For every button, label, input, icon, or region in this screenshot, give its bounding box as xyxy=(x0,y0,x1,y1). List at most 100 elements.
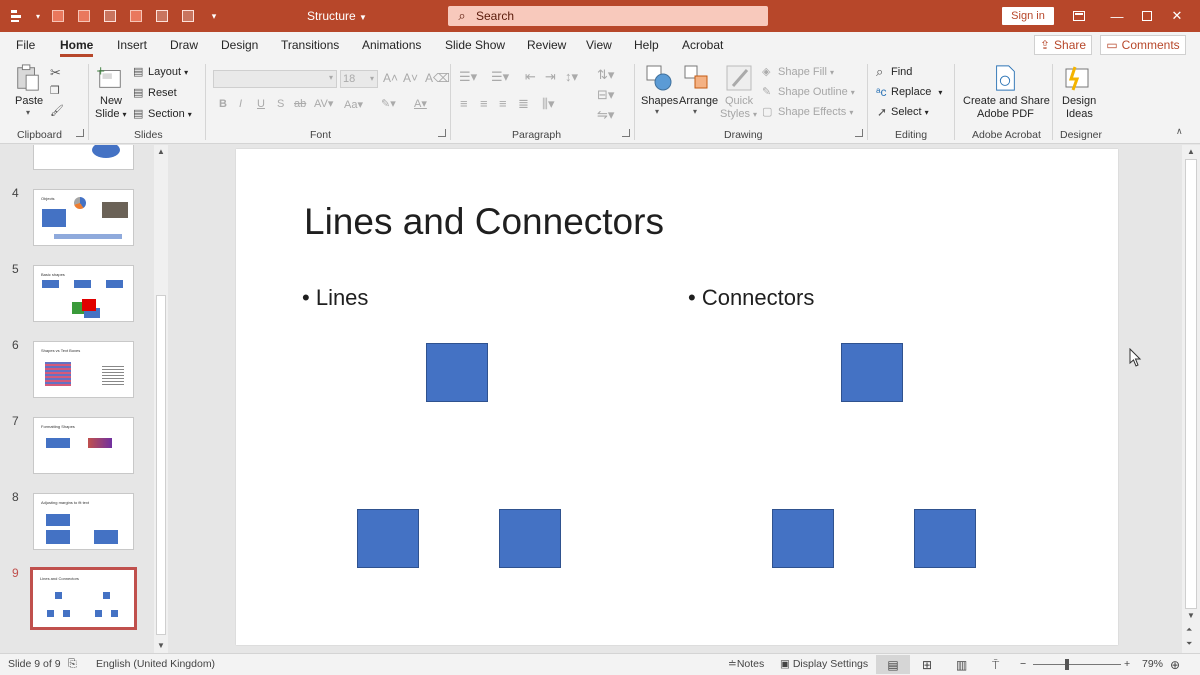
layout-button[interactable]: Layout ▾ xyxy=(148,66,188,78)
arrange-icon[interactable] xyxy=(683,64,711,92)
comments-button[interactable]: ▭ Comments xyxy=(1100,35,1186,55)
highlight-icon[interactable]: ✎▾ xyxy=(381,97,396,110)
customize-chevron-icon[interactable]: ▾ xyxy=(34,6,42,26)
slide-canvas[interactable]: Lines and Connectors • Lines • Connector… xyxy=(236,149,1118,645)
strikethrough-icon[interactable]: ab xyxy=(294,98,306,110)
font-launcher-icon[interactable] xyxy=(438,129,446,137)
thumbnail-scrollbar[interactable]: ▲ ▼ xyxy=(154,145,168,653)
text-direction-icon[interactable]: ⇅▾ xyxy=(597,67,614,83)
tab-design[interactable]: Design xyxy=(221,38,258,52)
create-pdf-button[interactable]: Adobe PDF xyxy=(977,108,1034,120)
create-pdf-label[interactable]: Create and Share xyxy=(963,95,1050,107)
chevron-down-icon[interactable]: ▾ xyxy=(693,107,697,116)
slide-thumbnail-selected[interactable]: Lines and Connectors xyxy=(30,567,137,630)
slide-vertical-scrollbar[interactable]: ▲ ▼ ⏶ ⏷ xyxy=(1182,145,1200,653)
quick-styles-icon[interactable] xyxy=(725,64,753,92)
italic-icon[interactable]: I xyxy=(239,98,242,110)
zoom-slider-thumb[interactable] xyxy=(1065,659,1069,670)
tab-help[interactable]: Help xyxy=(634,38,659,52)
new-slide-button[interactable]: Slide ▾ xyxy=(95,108,127,120)
copy-icon[interactable]: ❐ xyxy=(50,84,60,97)
scroll-down-icon[interactable]: ▼ xyxy=(1187,611,1195,620)
save-icon[interactable] xyxy=(48,6,68,26)
shape-outline-button[interactable]: Shape Outline ▾ xyxy=(778,86,855,98)
scroll-up-icon[interactable]: ▲ xyxy=(157,147,165,156)
select-cursor-icon[interactable]: ➚ xyxy=(877,105,887,119)
slide-thumbnail[interactable]: Basic shapes xyxy=(33,265,134,322)
increase-indent-icon[interactable]: ⇥ xyxy=(545,69,556,85)
select-button[interactable]: Select ▾ xyxy=(891,106,929,118)
quick-styles-button[interactable]: Styles ▾ xyxy=(720,108,757,120)
tab-view[interactable]: View xyxy=(586,38,612,52)
slide-sorter-icon[interactable]: ⊞ xyxy=(922,658,932,672)
character-spacing-icon[interactable]: AV▾ xyxy=(314,97,333,110)
shadow-icon[interactable]: S xyxy=(277,98,284,110)
display-settings-button[interactable]: ▣ Display Settings xyxy=(780,658,868,670)
collapse-ribbon-icon[interactable]: ∧ xyxy=(1176,126,1183,137)
slide-thumbnail[interactable]: Shapes vs Text Boxes xyxy=(33,341,134,398)
bullets-icon[interactable]: ☰▾ xyxy=(459,69,477,85)
numbering-icon[interactable]: ☰▾ xyxy=(491,69,509,85)
zoom-level[interactable]: 79% xyxy=(1142,658,1163,670)
section-button[interactable]: Section ▾ xyxy=(148,108,192,120)
columns-icon[interactable]: ⫼▾ xyxy=(542,96,555,112)
search-input[interactable]: ⌕ Search xyxy=(448,6,768,26)
reset-icon[interactable]: ▤ xyxy=(133,86,143,99)
font-color-icon[interactable]: A▾ xyxy=(414,97,427,110)
line-spacing-icon[interactable]: ↕▾ xyxy=(565,69,578,85)
shape-effects-icon[interactable]: ▢ xyxy=(762,105,772,118)
chevron-down-icon[interactable]: ▾ xyxy=(655,107,659,116)
previous-slide-icon[interactable]: ⏶ xyxy=(1186,625,1192,635)
align-text-icon[interactable]: ⊟▾ xyxy=(597,87,614,103)
align-right-icon[interactable]: ≡ xyxy=(499,96,507,111)
shape-fill-icon[interactable]: ◈ xyxy=(762,65,770,78)
crop-icon[interactable] xyxy=(178,6,198,26)
shapes-icon[interactable] xyxy=(645,64,673,92)
minimize-icon[interactable]: — xyxy=(1104,6,1130,26)
zoom-out-icon[interactable]: − xyxy=(1020,658,1026,670)
align-center-icon[interactable]: ≡ xyxy=(480,96,488,111)
maximize-icon[interactable] xyxy=(1134,6,1160,26)
drawing-launcher-icon[interactable] xyxy=(855,129,863,137)
autosave-icon[interactable] xyxy=(8,6,28,26)
paste-button[interactable]: Paste xyxy=(15,95,43,107)
smartart-icon[interactable]: ⇋▾ xyxy=(597,107,614,123)
square-shape-right-bottom-1[interactable] xyxy=(772,509,834,568)
undo-icon[interactable] xyxy=(74,6,94,26)
design-ideas-button[interactable]: Ideas xyxy=(1066,108,1093,120)
decrease-indent-icon[interactable]: ⇤ xyxy=(525,69,536,85)
fit-to-window-icon[interactable]: ⊕ xyxy=(1170,658,1180,672)
square-shape-right-top[interactable] xyxy=(841,343,903,402)
create-pdf-icon[interactable] xyxy=(991,64,1019,92)
replace-button[interactable]: Replace ▾ xyxy=(891,86,942,98)
slide-show-icon[interactable]: ⍑ xyxy=(992,658,999,673)
format-painter-icon[interactable]: 🖌 xyxy=(50,104,64,117)
shapes-button[interactable]: Shapes xyxy=(641,95,678,107)
tab-acrobat[interactable]: Acrobat xyxy=(682,38,723,52)
notes-button[interactable]: ≐Notes xyxy=(728,658,764,670)
share-button[interactable]: ⇪ Share xyxy=(1034,35,1092,55)
square-shape-left-bottom-2[interactable] xyxy=(499,509,561,568)
layout-icon[interactable]: ▤ xyxy=(133,65,143,78)
arrange-button[interactable]: Arrange xyxy=(679,95,718,107)
scrollbar-thumb[interactable] xyxy=(156,295,166,635)
clipboard-launcher-icon[interactable] xyxy=(76,129,84,137)
normal-view-icon[interactable]: ▤ xyxy=(876,655,910,674)
shape-effects-button[interactable]: Shape Effects ▾ xyxy=(778,106,853,118)
slide-thumbnail[interactable]: Adjusting margins to fit text xyxy=(33,493,134,550)
replace-icon[interactable]: ᵃc xyxy=(876,85,886,99)
zoom-in-icon[interactable]: + xyxy=(1124,658,1130,670)
from-beginning-icon[interactable] xyxy=(126,6,146,26)
shape-fill-button[interactable]: Shape Fill ▾ xyxy=(778,66,834,78)
language-indicator[interactable]: English (United Kingdom) xyxy=(96,658,215,670)
zoom-slider[interactable] xyxy=(1033,664,1121,665)
font-size-select[interactable]: 18 ▾ xyxy=(340,70,378,88)
square-shape-left-top[interactable] xyxy=(426,343,488,402)
paragraph-launcher-icon[interactable] xyxy=(622,129,630,137)
sign-in-button[interactable]: Sign in xyxy=(1002,7,1054,25)
new-slide-icon[interactable]: + xyxy=(96,64,124,92)
shapes-qat-icon[interactable] xyxy=(152,6,172,26)
find-button[interactable]: Find xyxy=(891,66,912,78)
section-icon[interactable]: ▤ xyxy=(133,107,143,120)
tab-transitions[interactable]: Transitions xyxy=(281,38,339,52)
